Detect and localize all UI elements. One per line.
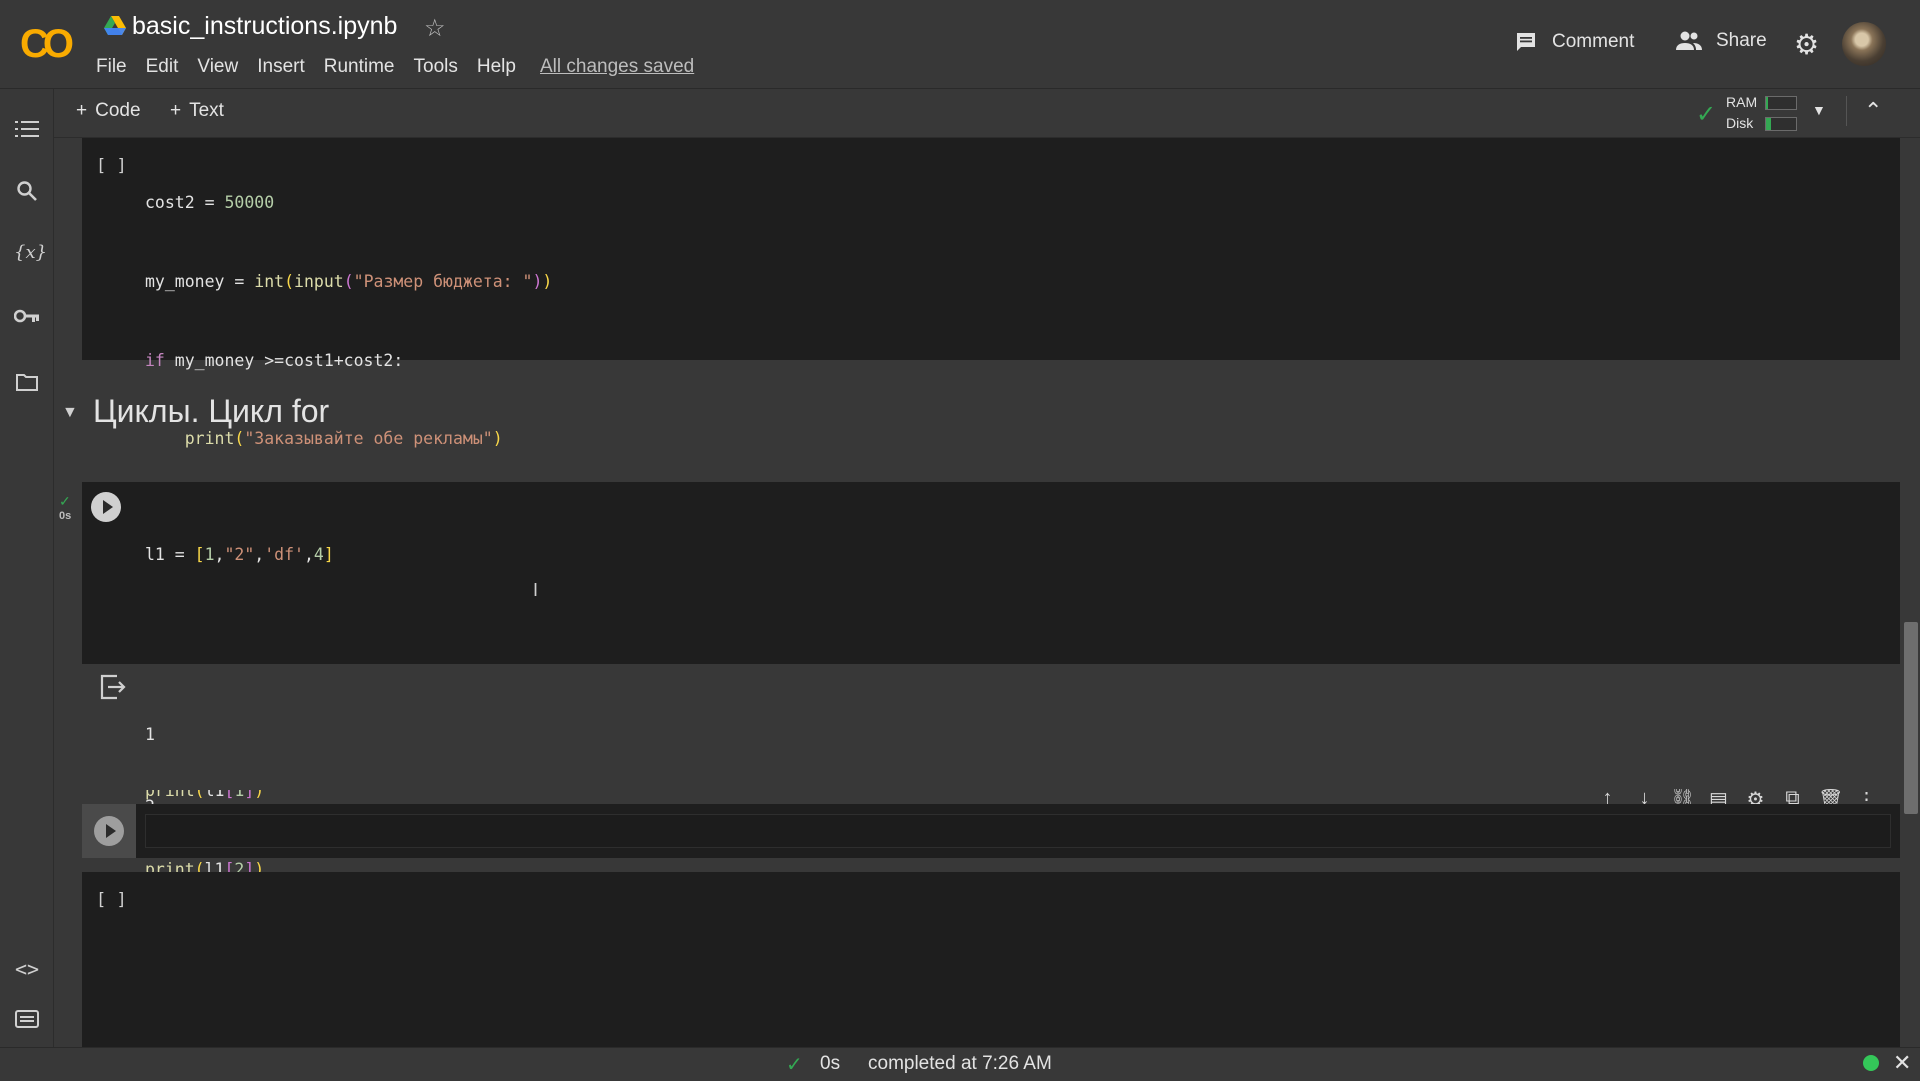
disk-usage-bar[interactable] xyxy=(1765,117,1797,131)
menu-runtime[interactable]: Runtime xyxy=(324,56,395,78)
exec-time-label: 0s xyxy=(59,510,72,522)
save-status-link[interactable]: All changes saved xyxy=(540,56,694,78)
add-code-button[interactable]: + Code xyxy=(76,100,141,122)
menu-tools[interactable]: Tools xyxy=(414,56,458,78)
resources-dropdown-icon[interactable]: ▼ xyxy=(1812,102,1826,118)
menu-insert[interactable]: Insert xyxy=(257,56,305,78)
code-editor-input[interactable] xyxy=(145,814,1891,848)
share-button[interactable]: Share xyxy=(1676,30,1767,52)
left-sidebar: {x} <> xyxy=(0,89,54,1047)
connected-check-icon[interactable]: ✓ xyxy=(1696,100,1716,129)
completed-check-icon: ✓ xyxy=(786,1054,803,1076)
collapse-header-icon[interactable]: ⌃ xyxy=(1864,98,1882,124)
header-bar: CO basic_instructions.ipynb ☆ File Edit … xyxy=(0,0,1920,89)
share-label: Share xyxy=(1716,30,1767,51)
connection-status-dot xyxy=(1863,1055,1879,1071)
run-cell-button[interactable] xyxy=(94,816,124,846)
notebook-title[interactable]: basic_instructions.ipynb xyxy=(132,12,397,41)
clear-output-icon[interactable] xyxy=(99,674,127,700)
output-line: 1 xyxy=(145,724,155,744)
cell-prompt[interactable]: [ ] xyxy=(96,156,127,176)
plus-icon: + xyxy=(76,100,88,121)
plus-icon: + xyxy=(170,100,182,121)
status-exec-time: 0s xyxy=(820,1053,841,1074)
code-line: print("Заказывайте обе рекламы") xyxy=(184,429,503,449)
close-status-icon[interactable]: ✕ xyxy=(1893,1050,1911,1076)
settings-gear-icon[interactable]: ⚙ xyxy=(1794,28,1819,61)
comment-icon xyxy=(1517,33,1535,51)
menu-file[interactable]: File xyxy=(96,56,127,78)
add-code-label: Code xyxy=(95,100,141,121)
add-text-label: Text xyxy=(189,100,224,121)
code-cell-list[interactable]: l1 = [1,"2",'df',4] print(l1[0]) print(l… xyxy=(82,482,1900,957)
secrets-key-icon[interactable] xyxy=(14,309,40,323)
exec-success-check-icon: ✓ xyxy=(59,493,71,509)
colab-logo[interactable]: CO xyxy=(20,22,74,67)
menu-bar: File Edit View Insert Runtime Tools Help xyxy=(96,56,535,78)
section-collapse-caret-icon[interactable]: ▼ xyxy=(62,404,78,422)
star-icon[interactable]: ☆ xyxy=(424,14,446,43)
drive-icon[interactable] xyxy=(104,16,126,36)
code-line: cost2 = 50000 xyxy=(145,193,275,213)
menu-view[interactable]: View xyxy=(197,56,238,78)
code-line: my_money = int(input("Размер бюджета: ")… xyxy=(145,272,553,292)
cell-output: 1 2 df 4 xyxy=(82,664,1900,962)
code-line: if my_money >=cost1+cost2: xyxy=(145,350,404,370)
add-text-button[interactable]: + Text xyxy=(170,100,224,122)
section-heading[interactable]: Циклы. Цикл for xyxy=(93,393,329,430)
people-icon xyxy=(1676,31,1702,50)
menu-edit[interactable]: Edit xyxy=(146,56,179,78)
search-icon[interactable] xyxy=(16,180,38,202)
code-cell-empty-focused[interactable] xyxy=(82,804,1900,858)
files-folder-icon[interactable] xyxy=(16,373,38,391)
status-completed-text[interactable]: completed at 7:26 AM xyxy=(868,1053,1052,1075)
code-line: l1 = [1,"2",'df',4] xyxy=(145,545,334,565)
ram-usage-bar[interactable] xyxy=(1765,96,1797,110)
cell-prompt[interactable]: [ ] xyxy=(96,890,127,910)
code-cell-empty[interactable]: [ ] xyxy=(82,872,1900,1047)
notebook-toolbar xyxy=(54,89,1920,138)
toolbar-divider xyxy=(1846,96,1847,126)
disk-label: Disk xyxy=(1726,115,1754,131)
comment-label: Comment xyxy=(1552,31,1635,52)
notebook-scrollbar[interactable] xyxy=(1904,622,1918,814)
text-cursor: I xyxy=(533,580,539,600)
ram-label: RAM xyxy=(1726,94,1758,110)
menu-help[interactable]: Help xyxy=(477,56,516,78)
variables-icon[interactable]: {x} xyxy=(14,242,47,263)
code-cell-budget[interactable]: [ ] cost2 = 50000 my_money = int(input("… xyxy=(82,138,1900,763)
avatar[interactable] xyxy=(1842,22,1886,66)
table-of-contents-icon[interactable] xyxy=(15,119,39,139)
code-snippets-icon[interactable]: <> xyxy=(14,957,40,981)
notebook-area: [ ] cost2 = 50000 my_money = int(input("… xyxy=(54,138,1920,1047)
comment-button[interactable]: Comment xyxy=(1514,30,1634,54)
command-palette-icon[interactable] xyxy=(15,1010,39,1028)
run-cell-button[interactable] xyxy=(91,492,121,522)
